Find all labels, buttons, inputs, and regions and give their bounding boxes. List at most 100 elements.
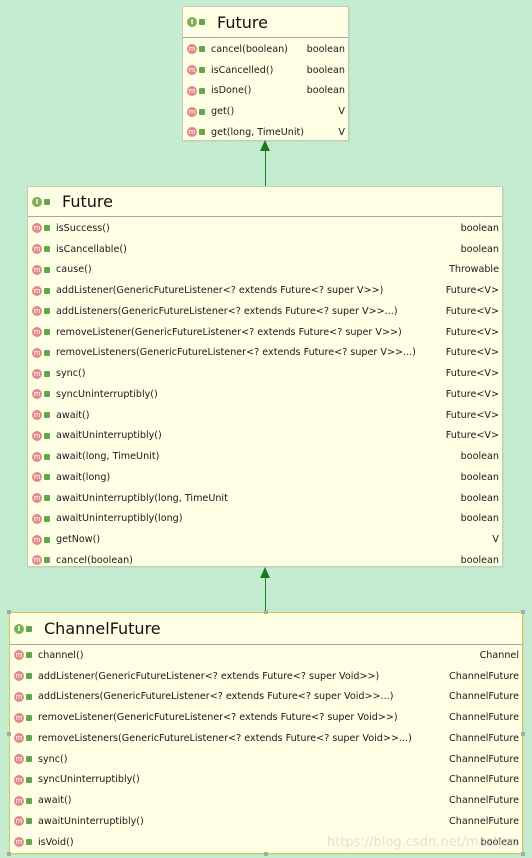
public-icon xyxy=(44,329,50,336)
public-icon xyxy=(44,412,50,419)
method-row[interactable]: m isSuccess() boolean xyxy=(28,218,502,239)
method-name: await(long, TimeUnit) xyxy=(56,451,160,463)
method-row[interactable]: m awaitUninterruptibly() ChannelFuture xyxy=(10,811,522,832)
selection-handle[interactable] xyxy=(521,852,525,856)
return-type: ChannelFuture xyxy=(449,795,519,807)
method-row[interactable]: m isCancellable() boolean xyxy=(28,239,502,260)
method-row[interactable]: m removeListeners(GenericFutureListener<?… xyxy=(28,343,502,364)
method-row[interactable]: m cancel(boolean) boolean xyxy=(183,39,348,60)
public-icon xyxy=(44,474,50,481)
selection-handle[interactable] xyxy=(7,732,11,736)
method-name: syncUninterruptibly() xyxy=(56,388,158,400)
method-row[interactable]: m awaitUninterruptibly() Future<V> xyxy=(28,426,502,447)
method-name: removeListeners(GenericFutureListener<? … xyxy=(38,732,412,744)
interface-icon: I xyxy=(187,17,197,27)
method-icon: m xyxy=(32,555,42,566)
return-type: Channel xyxy=(479,649,519,661)
public-icon xyxy=(199,129,205,136)
method-row[interactable]: m isCancelled() boolean xyxy=(183,60,348,81)
method-row[interactable]: m channel() Channel xyxy=(10,645,522,666)
selection-handle[interactable] xyxy=(7,852,11,856)
method-row[interactable]: m addListeners(GenericFutureListener<? ex… xyxy=(28,301,502,322)
method-icon: m xyxy=(32,223,42,234)
selection-handle[interactable] xyxy=(264,610,268,614)
public-icon xyxy=(26,818,32,825)
method-row[interactable]: m await(long, TimeUnit) boolean xyxy=(28,446,502,467)
selection-handle[interactable] xyxy=(521,610,525,614)
method-row[interactable]: m removeListeners(GenericFutureListener<?… xyxy=(10,728,522,749)
class-title: Future xyxy=(217,12,268,32)
method-row[interactable]: m awaitUninterruptibly(long, TimeUnit bool… xyxy=(28,488,502,509)
public-icon xyxy=(26,673,32,680)
public-icon xyxy=(26,714,32,721)
public-icon xyxy=(44,391,50,398)
return-type: boolean xyxy=(460,222,499,234)
method-icon: m xyxy=(32,513,42,524)
return-type: Future<V> xyxy=(445,409,499,421)
selection-handle[interactable] xyxy=(264,852,268,856)
selection-handle[interactable] xyxy=(521,732,525,736)
method-row[interactable]: m syncUninterruptibly() ChannelFuture xyxy=(10,770,522,791)
public-icon xyxy=(199,87,205,94)
method-list: m isSuccess() boolean m isCancellable() boole… xyxy=(28,217,502,571)
return-type: boolean xyxy=(460,513,499,525)
method-list: m channel() Channel m addListener(GenericFut… xyxy=(10,645,522,853)
method-icon: m xyxy=(14,671,24,682)
public-icon xyxy=(44,370,50,377)
future-top-header: I Future xyxy=(183,7,348,38)
method-row[interactable]: m await(long) boolean xyxy=(28,467,502,488)
method-name: addListener(GenericFutureListener<? exte… xyxy=(56,285,384,297)
method-row[interactable]: m awaitUninterruptibly(long) boolean xyxy=(28,509,502,530)
method-name: get(long, TimeUnit) xyxy=(211,126,305,138)
return-type: V xyxy=(338,106,345,118)
public-icon xyxy=(44,432,50,439)
public-icon xyxy=(26,693,32,700)
method-name: removeListener(GenericFutureListener<? e… xyxy=(38,712,398,724)
method-row[interactable]: m addListener(GenericFutureListener<? ext… xyxy=(10,666,522,687)
return-type: ChannelFuture xyxy=(449,774,519,786)
method-row[interactable]: m isDone() boolean xyxy=(183,81,348,102)
future-top-box[interactable]: I Future m cancel(boolean) boolean m isCance… xyxy=(182,6,349,141)
method-row[interactable]: m removeListener(GenericFutureListener<? … xyxy=(28,322,502,343)
selection-handle[interactable] xyxy=(7,610,11,614)
method-name: addListener(GenericFutureListener<? exte… xyxy=(38,670,380,682)
public-icon xyxy=(44,198,50,205)
return-type: boolean xyxy=(460,554,499,566)
inheritance-arrow-head xyxy=(260,140,270,151)
method-icon: m xyxy=(14,650,24,661)
method-row[interactable]: m await() ChannelFuture xyxy=(10,790,522,811)
method-row[interactable]: m cause() Throwable xyxy=(28,260,502,281)
return-type: ChannelFuture xyxy=(449,670,519,682)
method-row[interactable]: m await() Future<V> xyxy=(28,405,502,426)
method-name: removeListeners(GenericFutureListener<? … xyxy=(56,347,416,359)
method-list: m cancel(boolean) boolean m isCancelled() boo… xyxy=(183,38,348,143)
return-type: Future<V> xyxy=(445,388,499,400)
return-type: V xyxy=(338,126,345,138)
method-icon: m xyxy=(32,493,42,504)
method-icon: m xyxy=(32,285,42,296)
method-row[interactable]: m addListener(GenericFutureListener<? ext… xyxy=(28,280,502,301)
method-icon: m xyxy=(32,306,42,317)
method-icon: m xyxy=(14,795,24,806)
method-row[interactable]: m syncUninterruptibly() Future<V> xyxy=(28,384,502,405)
method-name: syncUninterruptibly() xyxy=(38,774,140,786)
channel-future-box[interactable]: I ChannelFuture m channel() Channel m addLis… xyxy=(9,612,523,854)
method-icon: m xyxy=(32,389,42,400)
method-name: getNow() xyxy=(56,534,101,546)
method-name: cause() xyxy=(56,264,92,276)
method-row[interactable]: m removeListener(GenericFutureListener<? … xyxy=(10,707,522,728)
method-row[interactable]: m getNow() V xyxy=(28,529,502,550)
interface-icon: I xyxy=(14,623,24,634)
public-icon xyxy=(26,797,32,804)
method-row[interactable]: m sync() Future<V> xyxy=(28,363,502,384)
method-row[interactable]: m get() V xyxy=(183,101,348,122)
method-name: awaitUninterruptibly() xyxy=(38,815,144,827)
method-row[interactable]: m sync() ChannelFuture xyxy=(10,749,522,770)
method-icon: m xyxy=(32,534,42,545)
public-icon xyxy=(44,246,50,253)
future-mid-box[interactable]: I Future m isSuccess() boolean m isCancellab… xyxy=(27,186,503,567)
method-row[interactable]: m addListeners(GenericFutureListener<? ex… xyxy=(10,687,522,708)
method-name: isDone() xyxy=(211,85,252,97)
method-icon: m xyxy=(32,430,42,441)
method-icon: m xyxy=(14,774,24,785)
